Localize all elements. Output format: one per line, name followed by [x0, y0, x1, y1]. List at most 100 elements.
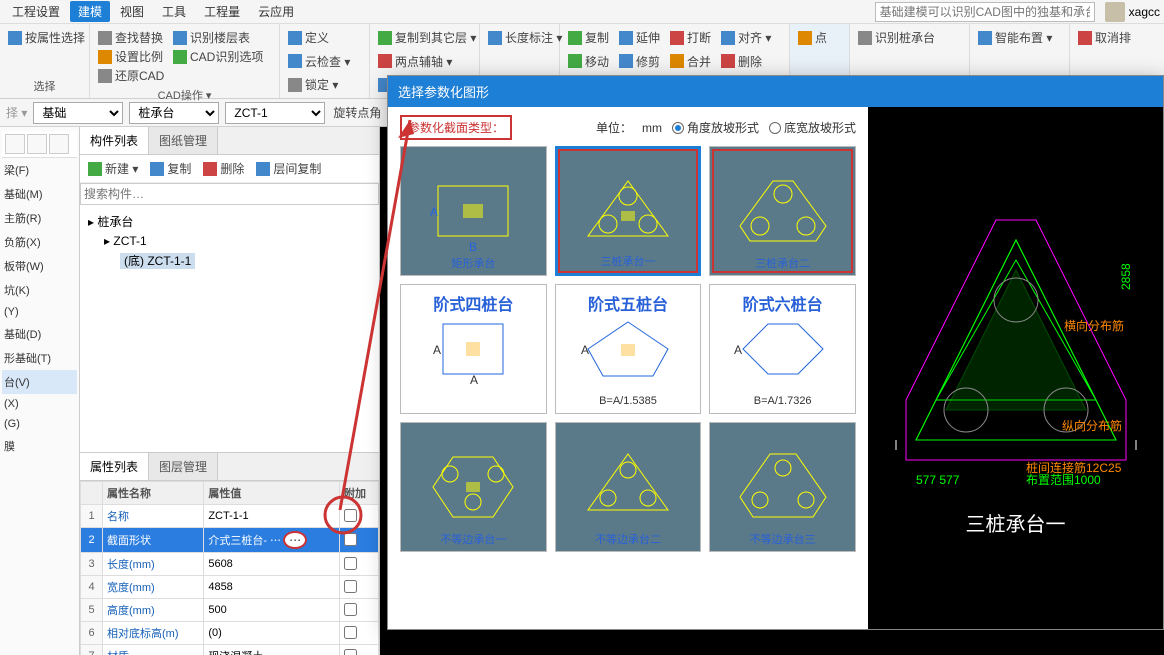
- menu-item-1[interactable]: 建模: [70, 1, 110, 22]
- leftnav-item-9[interactable]: 台(V): [2, 370, 77, 394]
- shape-option-7[interactable]: 不等边承台二: [555, 422, 702, 552]
- leftnav-item-8[interactable]: 形基础(T): [2, 346, 77, 370]
- leftnav-item-5[interactable]: 坑(K): [2, 278, 77, 302]
- prop-row-4[interactable]: 4宽度(mm)4858: [81, 575, 379, 598]
- aux-axis-button[interactable]: 两点辅轴 ▾: [376, 52, 454, 71]
- smart-layout-button[interactable]: 智能布置 ▾: [976, 28, 1054, 47]
- identify-pile-cap-button[interactable]: 识别桩承台: [856, 28, 937, 47]
- select-by-attr-button[interactable]: 按属性选择: [6, 28, 87, 47]
- prop-check-6[interactable]: [344, 626, 357, 639]
- shape-option-6[interactable]: 不等边承台一: [400, 422, 547, 552]
- copy-button[interactable]: 复制: [566, 28, 611, 47]
- cad-options-button[interactable]: CAD识别选项: [171, 47, 265, 66]
- component-select[interactable]: ZCT-1: [225, 102, 325, 124]
- category-select[interactable]: 基础: [33, 102, 123, 124]
- preview-label: 三桩承台一: [966, 508, 1066, 537]
- leftnav-item-0[interactable]: 梁(F): [2, 158, 77, 182]
- restore-cad-button[interactable]: 还原CAD: [96, 66, 166, 85]
- prop-row-5[interactable]: 5高度(mm)500: [81, 598, 379, 621]
- identify-icon: [858, 31, 872, 45]
- tree-node-1[interactable]: ▸ ZCT-1: [88, 232, 371, 250]
- new-component-button[interactable]: 新建 ▾: [86, 159, 140, 178]
- leftnav-item-2[interactable]: 主筋(R): [2, 206, 77, 230]
- tab-component-list[interactable]: 构件列表: [80, 127, 149, 154]
- floor-copy-button[interactable]: 层间复制: [254, 159, 323, 178]
- cancel-row-button[interactable]: 取消排: [1076, 28, 1133, 47]
- trim-button[interactable]: 修剪: [617, 52, 662, 71]
- align-button[interactable]: 对齐 ▾: [719, 28, 773, 47]
- tree-node-2[interactable]: (底) ZCT-1-1: [88, 250, 371, 271]
- leftnav-item-6[interactable]: (Y): [2, 302, 77, 322]
- shape-option-3[interactable]: 阶式四桩台AA: [400, 284, 547, 414]
- lock-icon: [288, 78, 302, 92]
- find-replace-button[interactable]: 查找替换: [96, 28, 165, 47]
- copy-to-floor-button[interactable]: 复制到其它层 ▾: [376, 28, 478, 47]
- delete-button[interactable]: 删除: [719, 52, 764, 71]
- radio-angle-slope[interactable]: 角度放坡形式: [672, 119, 759, 136]
- prop-check-4[interactable]: [344, 580, 357, 593]
- menu-item-3[interactable]: 工具: [154, 1, 194, 22]
- nav-icon-3[interactable]: [49, 134, 69, 154]
- prop-check-3[interactable]: [344, 557, 357, 570]
- move-button[interactable]: 移动: [566, 52, 611, 71]
- prop-row-2[interactable]: 2截面形状介式三桩台- ⋯⋯: [81, 527, 379, 552]
- svg-text:A: A: [433, 343, 441, 357]
- tab-layers[interactable]: 图层管理: [149, 453, 218, 480]
- col-index: [81, 481, 103, 504]
- section-type-label: 参数化截面类型：: [400, 115, 512, 140]
- radio-width-slope[interactable]: 底宽放坡形式: [769, 119, 856, 136]
- length-annotation-button[interactable]: 长度标注 ▾: [486, 28, 564, 47]
- prop-check-5[interactable]: [344, 603, 357, 616]
- define-button[interactable]: 定义: [286, 28, 331, 47]
- menu-item-5[interactable]: 云应用: [250, 1, 302, 22]
- copy-component-button[interactable]: 复制: [148, 159, 193, 178]
- menu-item-2[interactable]: 视图: [112, 1, 152, 22]
- component-search-input[interactable]: [80, 183, 379, 205]
- delete-component-button[interactable]: 删除: [201, 159, 246, 178]
- nav-icon-2[interactable]: [27, 134, 47, 154]
- cloud-check-button[interactable]: 云检查 ▾: [286, 52, 352, 71]
- shape-option-0[interactable]: BA矩形承台: [400, 146, 547, 276]
- subcategory-select[interactable]: 桩承台: [129, 102, 219, 124]
- leftnav-item-11[interactable]: (G): [2, 414, 77, 434]
- identify-floor-table-button[interactable]: 识别楼层表: [171, 28, 252, 47]
- merge-button[interactable]: 合并: [668, 52, 713, 71]
- leftnav-item-12[interactable]: 膜: [2, 434, 77, 458]
- tab-properties[interactable]: 属性列表: [80, 453, 149, 480]
- nav-icon-1[interactable]: [5, 134, 25, 154]
- leftnav-item-4[interactable]: 板带(W): [2, 254, 77, 278]
- point-icon: [798, 31, 812, 45]
- shape-option-2[interactable]: 三桩承台二: [709, 146, 856, 276]
- leftnav-item-7[interactable]: 基础(D): [2, 322, 77, 346]
- leftnav-item-3[interactable]: 负筋(X): [2, 230, 77, 254]
- shape-option-4[interactable]: 阶式五桩台AB=A/1.5385: [555, 284, 702, 414]
- point-button[interactable]: 点: [796, 28, 829, 47]
- shape-option-8[interactable]: 不等边承台三: [709, 422, 856, 552]
- set-scale-button[interactable]: 设置比例: [96, 47, 165, 66]
- user-info[interactable]: xagcc: [1105, 2, 1160, 22]
- svg-text:577 577: 577 577: [916, 473, 960, 487]
- prop-check-2[interactable]: [344, 533, 357, 546]
- shape-option-5[interactable]: 阶式六桩台AB=A/1.7326: [709, 284, 856, 414]
- mid-tabs: 构件列表 图纸管理: [80, 127, 379, 155]
- tree-root[interactable]: ▸ 桩承台: [88, 211, 371, 232]
- break-button[interactable]: 打断: [668, 28, 713, 47]
- prop-row-1[interactable]: 1名称ZCT-1-1: [81, 504, 379, 527]
- menu-item-4[interactable]: 工程量: [196, 1, 248, 22]
- leftnav-item-1[interactable]: 基础(M): [2, 182, 77, 206]
- lock-button[interactable]: 锁定 ▾: [286, 75, 340, 94]
- prop-check-1[interactable]: [344, 509, 357, 522]
- menu-item-0[interactable]: 工程设置: [4, 1, 68, 22]
- shape-option-1[interactable]: 三桩承台一: [555, 146, 702, 276]
- extend-button[interactable]: 延伸: [617, 28, 662, 47]
- prop-row-6[interactable]: 6相对底标高(m)(0): [81, 621, 379, 644]
- tab-drawing-manage[interactable]: 图纸管理: [149, 127, 218, 154]
- merge-icon: [670, 54, 684, 68]
- prop-row-7[interactable]: 7材质现浇混凝土: [81, 644, 379, 655]
- left-iconbar: [2, 131, 77, 158]
- prop-check-7[interactable]: [344, 649, 357, 655]
- leftnav-item-10[interactable]: (X): [2, 394, 77, 414]
- rotate-point-button[interactable]: 旋转点角: [331, 103, 383, 122]
- prop-row-3[interactable]: 3长度(mm)5608: [81, 552, 379, 575]
- help-search-input[interactable]: [875, 2, 1095, 22]
